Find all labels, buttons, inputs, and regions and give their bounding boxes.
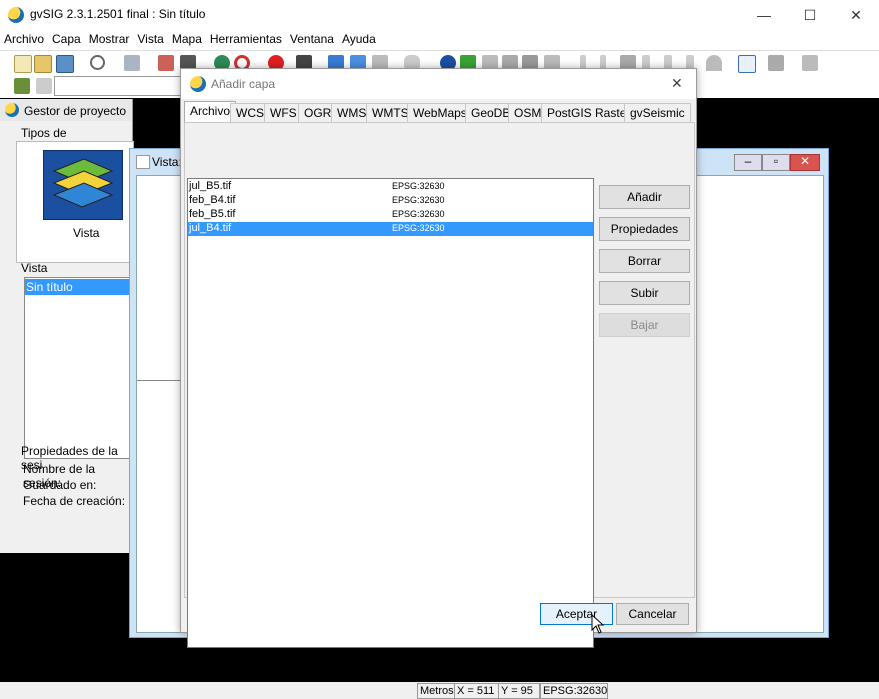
tab-webmaps[interactable]: WebMaps (407, 103, 473, 123)
properties-button[interactable]: Propiedades (599, 217, 690, 241)
file-crs: EPSG:32630 (392, 195, 445, 205)
views-list: Sin título (24, 277, 134, 459)
saved-in-label: Guardado en: (23, 478, 97, 492)
tab-postgis-raster[interactable]: PostGIS Raster (541, 103, 637, 123)
file-row-selected[interactable]: jul_B4.tif EPSG:32630 (188, 222, 593, 236)
gvsig-logo-icon (5, 103, 19, 117)
tab-gvseismic[interactable]: gvSeismic (624, 103, 691, 123)
layer-tool-icon[interactable] (124, 55, 140, 71)
open-folder-icon[interactable] (34, 55, 52, 73)
layout-icon[interactable] (768, 55, 784, 71)
add-layer-dialog: Añadir capa ✕ Archivo WCS WFS OGR WMS WM… (180, 68, 697, 648)
menu-mostrar[interactable]: Mostrar (85, 30, 134, 46)
view-window-icon (136, 155, 150, 169)
project-manager-title-bar: Gestor de proyecto (0, 99, 132, 121)
view-section-label: Vista (21, 261, 48, 275)
file-list: jul_B5.tif EPSG:32630 feb_B4.tif EPSG:32… (187, 178, 594, 648)
title-bar: gvSIG 2.3.1.2501 final : Sin título — ☐ … (0, 0, 879, 30)
file-name: feb_B4.tif (189, 194, 236, 206)
dialog-close-button[interactable]: ✕ (671, 75, 683, 92)
file-crs: EPSG:32630 (392, 209, 445, 219)
file-row[interactable]: feb_B5.tif EPSG:32630 (188, 208, 593, 222)
new-project-icon[interactable] (14, 55, 32, 73)
view-window-title: Vista: (152, 155, 182, 169)
menu-mapa[interactable]: Mapa (168, 30, 206, 46)
file-name: jul_B5.tif (189, 180, 232, 192)
layers-icon[interactable] (14, 78, 30, 94)
zoom-icon[interactable] (90, 55, 105, 70)
archivo-tab-panel: jul_B5.tif EPSG:32630 feb_B4.tif EPSG:32… (184, 122, 695, 648)
mouse-cursor-icon (591, 614, 605, 634)
edit-layer-icon[interactable] (36, 78, 52, 94)
document-icon[interactable] (738, 55, 756, 73)
window-title: gvSIG 2.3.1.2501 final : Sin título (30, 7, 206, 21)
add-button[interactable]: Añadir (599, 185, 690, 209)
project-manager-window: Gestor de proyecto Tipos de documentos V… (0, 99, 134, 553)
view-document-icon[interactable] (43, 150, 123, 220)
file-crs: EPSG:32630 (392, 223, 445, 233)
file-name: jul_B4.tif (189, 222, 232, 234)
save-icon[interactable] (56, 55, 74, 73)
move-up-button[interactable]: Subir (599, 281, 690, 305)
creation-date-label: Fecha de creación: (23, 494, 126, 508)
minimize-button[interactable]: — (741, 0, 787, 30)
status-units: Metros (417, 683, 457, 699)
scale-combo[interactable] (54, 76, 184, 96)
wifi-icon[interactable] (706, 55, 722, 71)
status-x-coordinate: X = 511 (454, 683, 500, 699)
menu-vista[interactable]: Vista (133, 30, 167, 46)
status-y-coordinate: Y = 95 (498, 683, 540, 699)
print-layout-icon[interactable] (158, 55, 174, 71)
gvsig-logo-icon (190, 76, 206, 92)
copy-icon[interactable] (802, 55, 818, 71)
doc-type-vista-label: Vista (73, 226, 100, 240)
menu-ayuda[interactable]: Ayuda (338, 30, 380, 46)
menu-capa[interactable]: Capa (48, 30, 85, 46)
toc-divider (137, 380, 181, 381)
doc-types-panel: Vista (16, 141, 134, 263)
project-manager-title: Gestor de proyecto (24, 104, 127, 118)
menu-ventana[interactable]: Ventana (286, 30, 338, 46)
status-bar: Metros X = 511 Y = 95 EPSG:32630 (0, 682, 879, 699)
tab-archivo[interactable]: Archivo (184, 101, 237, 124)
view-list-item[interactable]: Sin título (25, 279, 134, 295)
move-down-button[interactable]: Bajar (599, 313, 690, 337)
delete-button[interactable]: Borrar (599, 249, 690, 273)
menu-archivo[interactable]: Archivo (0, 30, 48, 46)
cancel-button[interactable]: Cancelar (616, 603, 689, 625)
view-maximize-button[interactable]: ▫ (762, 154, 790, 171)
view-close-button[interactable]: ✕ (790, 154, 820, 171)
file-row[interactable]: jul_B5.tif EPSG:32630 (188, 180, 593, 194)
menu-herramientas[interactable]: Herramientas (206, 30, 286, 46)
close-button[interactable]: ✕ (833, 0, 879, 30)
maximize-button[interactable]: ☐ (787, 0, 833, 30)
gvsig-app-icon (8, 7, 24, 23)
tab-wfs[interactable]: WFS (264, 103, 303, 123)
dialog-title: Añadir capa (211, 77, 276, 91)
view-minimize-button[interactable]: – (734, 154, 762, 171)
file-row[interactable]: feb_B4.tif EPSG:32630 (188, 194, 593, 208)
menu-bar: Archivo Capa Mostrar Vista Mapa Herramientas V… (0, 30, 879, 50)
dialog-title-bar: Añadir capa ✕ (181, 69, 696, 99)
file-crs: EPSG:32630 (392, 181, 445, 191)
file-name: feb_B5.tif (189, 208, 236, 220)
status-crs: EPSG:32630 (540, 683, 608, 699)
